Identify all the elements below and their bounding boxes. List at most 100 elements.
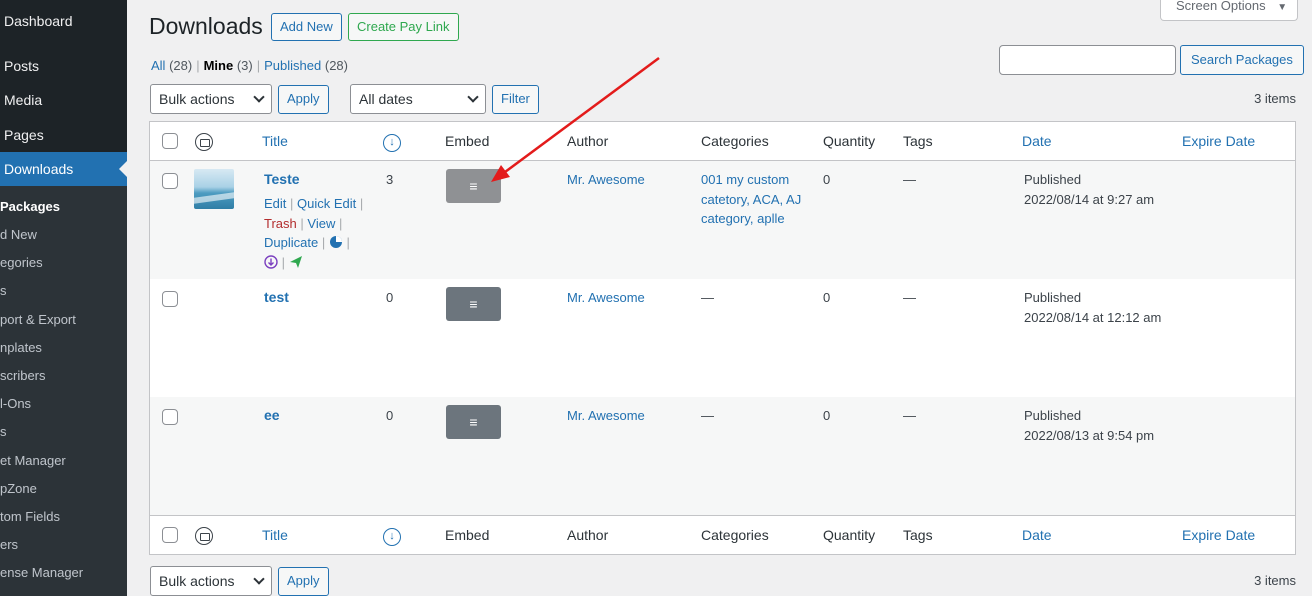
- table-footer: Title ↓ Embed Author Categories Quantity…: [150, 515, 1295, 554]
- tags-value: —: [903, 172, 916, 187]
- post-status: Published: [1024, 408, 1082, 423]
- post-date: 2022/08/13 at 9:54 pm: [1024, 427, 1155, 443]
- package-title-link[interactable]: Teste: [264, 170, 300, 190]
- items-count: 3 items: [1254, 91, 1296, 106]
- column-embed: Embed: [445, 133, 490, 149]
- table-row: test 0 ≡ Mr. Awesome — 0 — Published 202…: [150, 279, 1295, 397]
- quantity-value: 0: [823, 408, 831, 423]
- embed-code-button[interactable]: ≡: [446, 169, 501, 203]
- download-icon: ↓: [383, 134, 401, 152]
- download-count: 0: [386, 290, 394, 305]
- view-all-link[interactable]: All (28): [151, 58, 192, 73]
- submenu-item-subscribers[interactable]: scribers: [0, 362, 127, 390]
- chevron-down-icon: [253, 91, 265, 103]
- download-count: 3: [386, 172, 394, 187]
- screen-options-button[interactable]: Screen Options ▼: [1160, 0, 1298, 21]
- submenu-item-asset-manager[interactable]: et Manager: [0, 447, 127, 475]
- column-expire-date[interactable]: Expire Date: [1182, 527, 1255, 543]
- submenu-item-add-new[interactable]: d New: [0, 221, 127, 249]
- submenu-item-packages[interactable]: Packages: [0, 193, 127, 221]
- add-new-button[interactable]: Add New: [271, 13, 342, 41]
- view-published-link[interactable]: Published (28): [264, 58, 348, 73]
- chevron-down-icon: [253, 573, 265, 585]
- screen-options-label: Screen Options: [1176, 0, 1266, 13]
- bulk-actions-select-bottom[interactable]: Bulk actions: [150, 566, 272, 596]
- submenu-item-add-ons[interactable]: l-Ons: [0, 390, 127, 418]
- select-all-checkbox[interactable]: [162, 527, 178, 543]
- apply-button[interactable]: Apply: [278, 85, 329, 114]
- view-link[interactable]: View: [307, 216, 335, 231]
- categories-cell: 001 my custom catetory, ACA, AJ category…: [701, 170, 801, 229]
- submenu-item-stats[interactable]: s: [0, 418, 127, 446]
- duplicate-link[interactable]: Duplicate: [264, 235, 318, 250]
- submenu-item-custom-fields[interactable]: tom Fields: [0, 503, 127, 531]
- download-count-column[interactable]: ↓: [383, 132, 401, 152]
- column-date[interactable]: Date: [1022, 527, 1052, 543]
- date-filter-select[interactable]: All dates: [350, 84, 486, 114]
- sidebar-item-pages[interactable]: Pages: [0, 118, 127, 152]
- page-title: Downloads: [149, 13, 263, 39]
- column-categories: Categories: [701, 527, 769, 543]
- downloads-table: Title ↓ Embed Author Categories Quantity…: [149, 121, 1296, 555]
- package-title-link[interactable]: test: [264, 288, 289, 308]
- column-quantity: Quantity: [823, 133, 876, 149]
- tags-value: —: [903, 290, 916, 305]
- category-link[interactable]: category, aplle: [701, 211, 785, 226]
- row-checkbox[interactable]: [162, 291, 178, 307]
- embed-code-button[interactable]: ≡: [446, 405, 501, 439]
- embed-code-button[interactable]: ≡: [446, 287, 501, 321]
- select-all-checkbox[interactable]: [162, 133, 178, 149]
- column-expire-date[interactable]: Expire Date: [1182, 133, 1255, 149]
- category-link[interactable]: catetory, ACA, AJ: [701, 192, 801, 207]
- column-title[interactable]: Title: [262, 133, 288, 149]
- column-date[interactable]: Date: [1022, 133, 1052, 149]
- submenu-item-templates[interactable]: nplates: [0, 334, 127, 362]
- author-link[interactable]: Mr. Awesome: [567, 170, 645, 190]
- sidebar-item-posts[interactable]: Posts: [0, 49, 127, 83]
- admin-sidebar: Dashboard Posts Media Pages Downloads Pa…: [0, 0, 127, 596]
- table-row: ee 0 ≡ Mr. Awesome — 0 — Published 2022/…: [150, 397, 1295, 515]
- submenu-item-import-export[interactable]: port & Export: [0, 306, 127, 334]
- column-tags: Tags: [903, 527, 933, 543]
- post-status: Published: [1024, 290, 1082, 305]
- trash-link[interactable]: Trash: [264, 216, 297, 231]
- submenu-item-tags[interactable]: s: [0, 277, 127, 305]
- bulk-actions-select[interactable]: Bulk actions: [150, 84, 272, 114]
- row-checkbox[interactable]: [162, 409, 178, 425]
- sidebar-item-media[interactable]: Media: [0, 83, 127, 117]
- column-quantity: Quantity: [823, 527, 876, 543]
- row-checkbox[interactable]: [162, 173, 178, 189]
- submenu-item-categories[interactable]: egories: [0, 249, 127, 277]
- sidebar-item-dashboard[interactable]: Dashboard: [0, 4, 127, 38]
- send-icon[interactable]: [289, 255, 303, 269]
- sidebar-item-downloads[interactable]: Downloads: [0, 152, 127, 186]
- submenu-item-wpzone[interactable]: pZone: [0, 475, 127, 503]
- category-link[interactable]: 001 my custom: [701, 172, 789, 187]
- quick-edit-link[interactable]: Quick Edit: [297, 196, 356, 211]
- chevron-down-icon: [467, 91, 479, 103]
- package-title-link[interactable]: ee: [264, 406, 280, 426]
- download-circle-icon[interactable]: [264, 254, 278, 269]
- download-count-column[interactable]: ↓: [383, 526, 401, 546]
- create-pay-link-button[interactable]: Create Pay Link: [348, 13, 459, 41]
- items-count-bottom: 3 items: [1254, 573, 1296, 588]
- filter-button[interactable]: Filter: [492, 85, 539, 114]
- edit-link[interactable]: Edit: [264, 196, 286, 211]
- column-title[interactable]: Title: [262, 527, 288, 543]
- search-packages-button[interactable]: Search Packages: [1180, 45, 1304, 75]
- post-date: 2022/08/14 at 12:12 am: [1024, 309, 1162, 325]
- view-mine-link[interactable]: Mine (3): [204, 58, 253, 73]
- search-input[interactable]: [999, 45, 1176, 75]
- package-thumbnail[interactable]: [194, 169, 234, 209]
- image-icon: [195, 527, 213, 545]
- author-link[interactable]: Mr. Awesome: [567, 406, 645, 426]
- column-categories: Categories: [701, 133, 769, 149]
- tags-value: —: [903, 408, 916, 423]
- stats-pie-icon[interactable]: [329, 235, 343, 249]
- download-count: 0: [386, 408, 394, 423]
- apply-button-bottom[interactable]: Apply: [278, 567, 329, 596]
- submenu-item-users[interactable]: ers: [0, 531, 127, 559]
- submenu-item-license-manager[interactable]: ense Manager: [0, 559, 127, 587]
- author-link[interactable]: Mr. Awesome: [567, 288, 645, 308]
- quantity-value: 0: [823, 172, 831, 187]
